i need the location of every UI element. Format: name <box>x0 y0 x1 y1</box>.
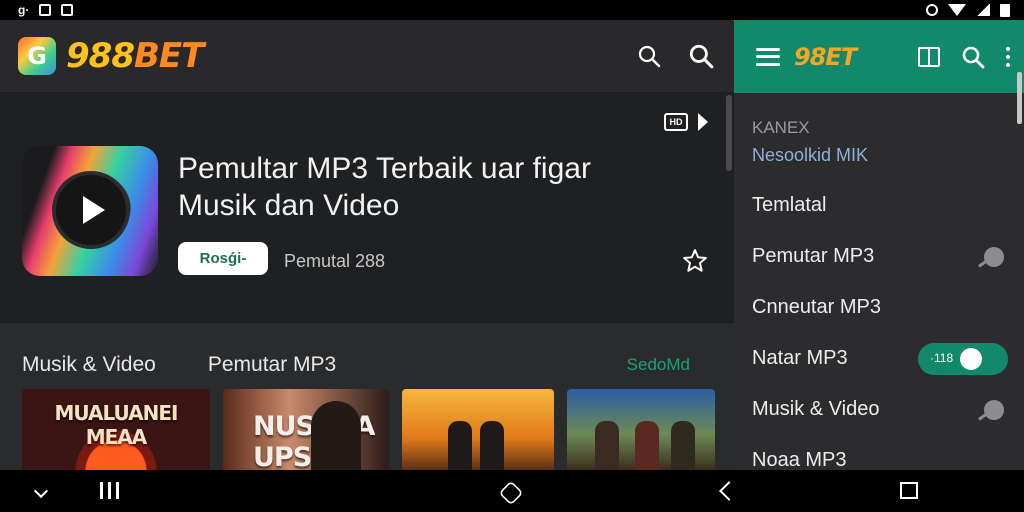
app-icon[interactable] <box>22 146 158 276</box>
scrollbar[interactable] <box>726 95 732 171</box>
drawer-logo[interactable]: 98ET <box>794 43 857 71</box>
featured-title-line1: Pemultar MP3 Terbaik uar figar <box>178 152 591 185</box>
notification-icon <box>39 4 52 16</box>
search-icon[interactable] <box>636 43 662 69</box>
drawer-item[interactable]: Musik & Video <box>734 384 1024 435</box>
thumbnail-row: MUALUANEI MEAA NUSLITA UPS <box>22 389 715 470</box>
drawer-item-label: Natar MP3 <box>752 347 848 369</box>
drawer-header: 98ET <box>734 20 1024 93</box>
featured-meta: Pemutal 288 <box>284 251 386 271</box>
nfc-icon <box>926 4 938 16</box>
status-bar: g· <box>0 0 1024 20</box>
recents-icon[interactable] <box>100 482 119 499</box>
drawer-item-label: Pemutar MP3 <box>752 245 875 267</box>
status-right <box>926 3 1010 17</box>
logo-digits: 988 <box>66 36 135 76</box>
status-left: g· <box>18 3 74 17</box>
drawer-list: Temlatal Pemutar MP3 Cnneutar MP3 Natar … <box>734 180 1024 470</box>
next-arrow-icon <box>698 113 708 131</box>
system-nav-bar <box>0 470 1024 512</box>
wifi-icon <box>948 4 966 16</box>
thumbnail-figure <box>595 421 619 470</box>
drawer-item-label: Cnneutar MP3 <box>752 296 881 318</box>
thumbnail-card[interactable] <box>567 389 715 470</box>
brand[interactable]: G 988BET <box>18 36 204 76</box>
drawer-item-label: Noaa MP3 <box>752 449 847 470</box>
thumbnail-figure <box>671 421 695 470</box>
home-icon[interactable] <box>498 480 524 506</box>
drawer-item[interactable]: Natar MP3 ·118 <box>734 333 1024 384</box>
drawer-subtitle: KANEX <box>752 118 810 137</box>
chevron-down-icon[interactable] <box>33 483 49 499</box>
cast-control[interactable]: HD <box>664 113 708 131</box>
image-icon <box>61 4 74 16</box>
drawer-actions <box>918 44 1010 70</box>
search-icon[interactable] <box>688 43 714 69</box>
thumbnail-caption: MUALUANEI MEAA <box>54 401 179 449</box>
see-more-link[interactable]: SedoMd <box>627 355 712 375</box>
star-icon[interactable] <box>682 248 708 274</box>
section-tabs: Musik & Video Pemutar MP3 SedoMd <box>0 353 734 377</box>
thumbnail-card[interactable] <box>402 389 554 470</box>
pin-icon[interactable] <box>984 399 1004 420</box>
thumbnail-figure <box>448 421 472 470</box>
pin-icon[interactable] <box>984 246 1004 267</box>
toggle-knob <box>960 347 982 370</box>
overview-icon[interactable] <box>900 482 918 499</box>
drawer-item[interactable]: Cnneutar MP3 <box>734 282 1024 333</box>
toggle-label: ·118 <box>930 350 954 365</box>
drawer-scrollbar[interactable] <box>1017 72 1022 124</box>
thumbnail-card[interactable]: MUALUANEI MEAA <box>22 389 210 470</box>
cast-icon: HD <box>664 113 688 131</box>
app-header: G 988BET <box>0 20 734 93</box>
logo-word: BET <box>133 36 204 76</box>
thumbnail-figure <box>480 421 504 470</box>
search-icon[interactable] <box>960 44 986 70</box>
main-pane: G 988BET HD Pemultar MP3 Terbaik uar fig… <box>0 20 734 470</box>
drawer-item[interactable]: Temlatal <box>734 180 1024 231</box>
book-icon[interactable] <box>918 46 940 67</box>
featured-title-line2: Musik dan Video <box>178 189 400 222</box>
drawer-item-label: Musik & Video <box>752 398 880 420</box>
logo-text: 988BET <box>66 36 204 76</box>
tab-pemutar-mp3[interactable]: Pemutar MP3 <box>208 353 336 377</box>
drawer-item[interactable]: Pemutar MP3 <box>734 231 1024 282</box>
signal-icon <box>976 4 990 16</box>
logo-mark-letter: G <box>27 42 47 70</box>
thumbnail-card[interactable]: NUSLITA UPS <box>223 389 389 470</box>
tab-musik-video[interactable]: Musik & Video <box>22 353 156 377</box>
thumbnail-figure <box>635 421 659 470</box>
install-button[interactable]: Rosǵi- <box>178 242 268 275</box>
status-text: g· <box>18 3 30 17</box>
drawer-item-label: Temlatal <box>752 194 827 216</box>
header-actions <box>636 43 716 69</box>
toggle-switch[interactable]: ·118 <box>918 342 1008 375</box>
logo-mark: G <box>18 37 56 75</box>
drawer-item[interactable]: Noaa MP3 <box>734 435 1024 470</box>
more-icon[interactable] <box>1006 46 1010 67</box>
play-ring <box>52 171 130 249</box>
featured-title: Pemultar MP3 Terbaik uar figar Musik dan… <box>178 150 658 224</box>
play-icon <box>83 196 105 224</box>
back-icon[interactable] <box>719 481 739 501</box>
drawer-account[interactable]: Nesoolkid MIK <box>752 145 868 166</box>
menu-icon[interactable] <box>756 47 780 66</box>
navigation-drawer: 98ET KANEX Nesoolkid MIK Temlatal Pemuta… <box>734 20 1024 470</box>
featured-app-card[interactable]: HD Pemultar MP3 Terbaik uar figar Musik … <box>0 93 734 323</box>
battery-icon <box>1000 3 1010 17</box>
thumbnail-figure <box>311 401 361 470</box>
